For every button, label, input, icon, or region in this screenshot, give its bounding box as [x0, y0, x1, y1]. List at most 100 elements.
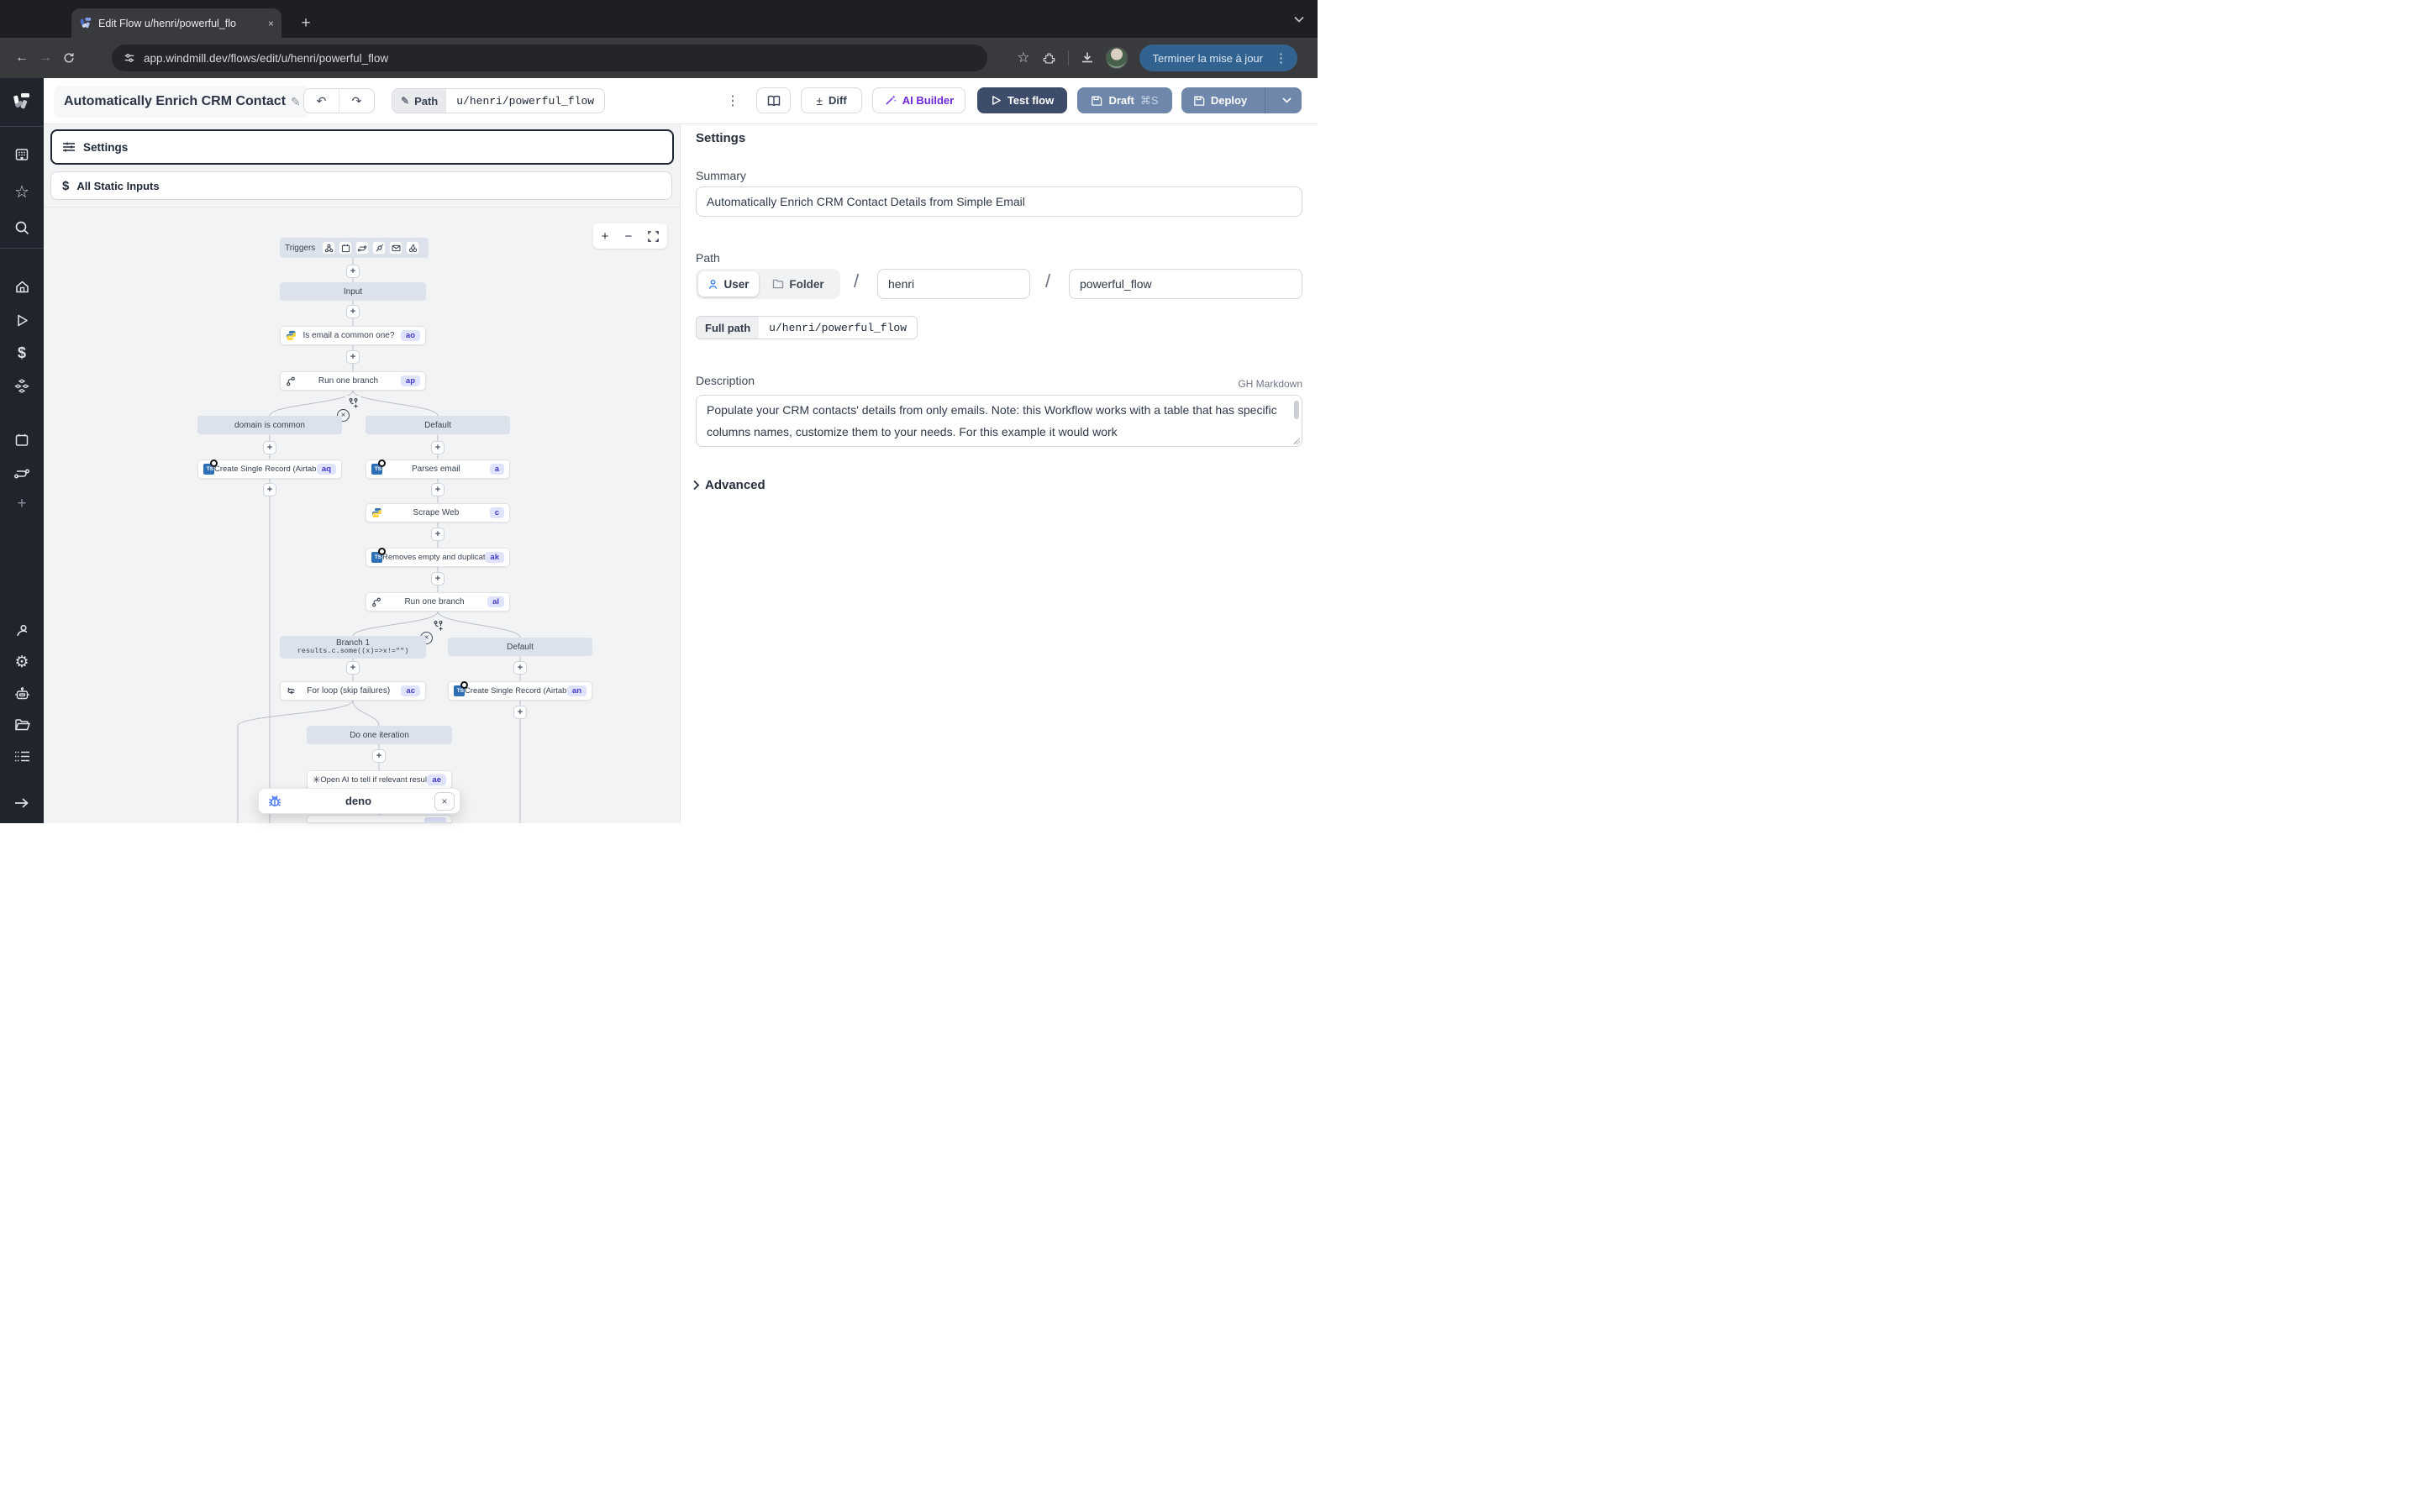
back-icon[interactable]: ← — [10, 46, 34, 70]
step-node-for-loop[interactable]: For loop (skip failures) ac — [280, 681, 426, 701]
branch-node-branch-1[interactable]: Branch 1 results.c.some((x)=>x!="") — [280, 636, 426, 659]
add-step-button[interactable]: + — [346, 350, 360, 364]
http-route-trigger-icon[interactable] — [355, 241, 369, 255]
diff-button[interactable]: ± Diff — [801, 87, 862, 113]
do-one-iteration-node[interactable]: Do one iteration — [307, 726, 452, 744]
download-icon[interactable] — [1081, 51, 1094, 65]
new-tab-button[interactable]: + — [296, 13, 316, 34]
step-node-run-one-branch-bottom[interactable]: Run one branch al — [366, 592, 510, 612]
description-textarea[interactable]: Populate your CRM contacts' details from… — [696, 395, 1302, 447]
forward-icon[interactable]: → — [34, 46, 57, 70]
input-node[interactable]: Input — [280, 282, 426, 301]
test-flow-button[interactable]: Test flow — [977, 87, 1067, 113]
add-step-button[interactable]: + — [346, 305, 360, 318]
add-step-button[interactable]: + — [513, 661, 527, 675]
step-id-badge: ae — [427, 774, 446, 786]
add-step-button[interactable]: + — [346, 661, 360, 675]
add-step-button[interactable]: + — [263, 483, 276, 496]
popup-close-button[interactable]: × — [434, 792, 455, 811]
workers-robot-icon[interactable] — [0, 681, 44, 706]
textarea-scrollbar[interactable] — [1294, 401, 1299, 419]
chrome-menu-kebab-icon[interactable]: ⋮ — [1270, 50, 1292, 66]
email-trigger-icon[interactable] — [389, 241, 402, 255]
branch-node-default-top[interactable]: Default — [366, 416, 510, 434]
path-owner-input[interactable] — [877, 269, 1030, 299]
redo-button[interactable]: ↷ — [339, 94, 374, 108]
step-node-removes-empty[interactable]: TS Removes empty and duplicates ak — [366, 548, 510, 567]
add-step-button[interactable]: + — [513, 706, 527, 719]
websocket-trigger-icon[interactable] — [372, 241, 386, 255]
schedule-trigger-icon[interactable] — [339, 241, 352, 255]
expand-sidebar-icon[interactable] — [0, 790, 44, 816]
step-node-run-one-branch-top[interactable]: Run one branch ap — [280, 371, 426, 391]
step-id-badge: ap — [401, 375, 420, 387]
chrome-update-button[interactable]: Terminer la mise à jour ⋮ — [1139, 45, 1298, 71]
step-node-is-email[interactable]: Is email a common one? ao — [280, 326, 426, 345]
edit-title-pencil-icon[interactable]: ✎ — [291, 95, 301, 109]
bookmark-star-icon[interactable]: ☆ — [1017, 50, 1029, 66]
folders-icon[interactable] — [0, 712, 44, 738]
triggers-node[interactable]: Triggers — [280, 238, 429, 258]
docs-book-button[interactable] — [756, 87, 791, 113]
webhook-trigger-icon[interactable] — [322, 241, 335, 255]
toggle-folder[interactable]: Folder — [759, 271, 838, 297]
add-item-icon[interactable]: + — [0, 491, 44, 517]
toggle-user[interactable]: User — [698, 271, 759, 297]
branch-node-default-bottom[interactable]: Default — [448, 638, 592, 656]
add-step-button[interactable]: + — [372, 749, 386, 763]
tab-search-chevron-icon[interactable] — [1289, 9, 1309, 29]
draft-button[interactable]: Draft ⌘S — [1077, 87, 1172, 113]
favorites-star-icon[interactable]: ☆ — [0, 179, 44, 204]
url-bar[interactable]: app.windmill.dev/flows/edit/u/henri/powe… — [112, 45, 987, 71]
variables-icon[interactable]: $ — [0, 340, 44, 365]
user-account-icon[interactable] — [0, 618, 44, 643]
runs-icon[interactable] — [0, 307, 44, 333]
add-step-button[interactable]: + — [431, 441, 445, 454]
step-node-scrape-web[interactable]: Scrape Web c — [366, 503, 510, 522]
add-step-button[interactable]: + — [431, 528, 445, 541]
deploy-dropdown-chevron-icon[interactable] — [1271, 97, 1302, 103]
schedules-icon[interactable] — [0, 428, 44, 453]
textarea-resize-handle[interactable] — [1293, 438, 1300, 444]
step-node-parses-email[interactable]: TS Parses email a — [366, 459, 510, 479]
add-branch-button[interactable] — [345, 396, 360, 409]
reload-icon[interactable] — [57, 46, 81, 70]
profile-avatar[interactable] — [1106, 47, 1128, 69]
browser-tab[interactable]: Edit Flow u/henri/powerful_flo × — [71, 8, 281, 38]
search-icon[interactable] — [0, 215, 44, 240]
add-step-button[interactable]: + — [431, 572, 445, 585]
undo-button[interactable]: ↶ — [304, 94, 339, 108]
language-popup[interactable]: deno × — [258, 788, 460, 814]
more-options-kebab-icon[interactable]: ⋮ — [724, 87, 741, 113]
tab-close-icon[interactable]: × — [263, 18, 274, 29]
ai-builder-button[interactable]: AI Builder — [872, 87, 965, 113]
step-node-openai[interactable]: ✳ Open AI to tell if relevant result ae — [307, 770, 452, 790]
step-node-create-record-domain[interactable]: TS Create Single Record (Airtable) aq — [197, 459, 342, 479]
flow-title[interactable]: Automatically Enrich CRM Contact ✎ — [54, 86, 309, 118]
summary-input[interactable] — [696, 186, 1302, 217]
flow-path-pill[interactable]: ✎Path u/henri/powerful_flow — [392, 88, 605, 113]
settings-gear-icon[interactable]: ⚙ — [0, 649, 44, 675]
step-node-partial[interactable] — [307, 815, 452, 823]
deploy-button[interactable]: Deploy — [1181, 94, 1259, 107]
deploy-button-group: Deploy — [1181, 87, 1302, 113]
path-separator: / — [854, 270, 859, 292]
poll-trigger-icon[interactable] — [406, 241, 419, 255]
routes-icon[interactable] — [0, 461, 44, 486]
resources-icon[interactable] — [0, 374, 44, 399]
add-step-button[interactable]: + — [431, 483, 445, 496]
openai-icon: ✳ — [313, 774, 320, 785]
step-node-create-record-default[interactable]: TS Create Single Record (Airtable) an — [448, 681, 592, 701]
workspace-icon[interactable] — [0, 142, 44, 167]
path-name-input[interactable] — [1069, 269, 1302, 299]
site-settings-icon[interactable] — [124, 52, 135, 64]
advanced-section-toggle[interactable]: Advanced — [692, 478, 765, 492]
extensions-icon[interactable] — [1042, 51, 1056, 66]
add-branch-button[interactable] — [430, 618, 445, 632]
audit-logs-icon[interactable] — [0, 743, 44, 769]
windmill-logo-icon[interactable] — [0, 89, 44, 114]
home-icon[interactable] — [0, 274, 44, 299]
add-step-button[interactable]: + — [263, 441, 276, 454]
branch-node-domain-is-common[interactable]: domain is common — [197, 416, 342, 434]
add-step-button[interactable]: + — [346, 265, 360, 278]
